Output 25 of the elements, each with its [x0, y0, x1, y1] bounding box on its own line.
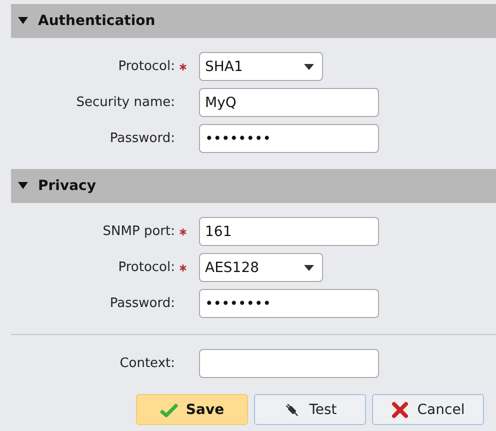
field-label: Context: — [120, 356, 175, 371]
caret-icon — [304, 264, 314, 270]
input-field[interactable]: 161 — [199, 217, 379, 246]
field-label: Security name: — [76, 95, 175, 110]
input-field[interactable] — [199, 349, 379, 378]
section-title: Privacy — [38, 178, 96, 194]
section-header[interactable]: Privacy — [11, 169, 496, 203]
save-button[interactable]: Save — [136, 394, 248, 425]
caret-icon — [304, 64, 314, 70]
input-field[interactable]: MyQ — [199, 88, 379, 117]
protocol-dropdown[interactable]: SHA1 — [199, 52, 323, 81]
cancel-button[interactable]: Cancel — [372, 394, 484, 425]
section-header[interactable]: Authentication — [11, 4, 496, 38]
field-label: Password: — [110, 296, 175, 311]
field-label: SNMP port: — [102, 224, 175, 239]
field-label: Protocol: — [118, 59, 175, 74]
checkmark-icon — [160, 402, 178, 418]
field-label: Protocol: — [118, 260, 175, 275]
protocol-dropdown[interactable]: AES128 — [199, 253, 323, 282]
field-label: Password: — [110, 131, 175, 146]
close-icon — [391, 402, 410, 418]
input-field[interactable]: •••••••• — [199, 124, 379, 153]
section-title: Authentication — [38, 13, 156, 29]
input-field[interactable]: •••••••• — [199, 289, 379, 318]
test-button[interactable]: Test — [254, 394, 366, 425]
